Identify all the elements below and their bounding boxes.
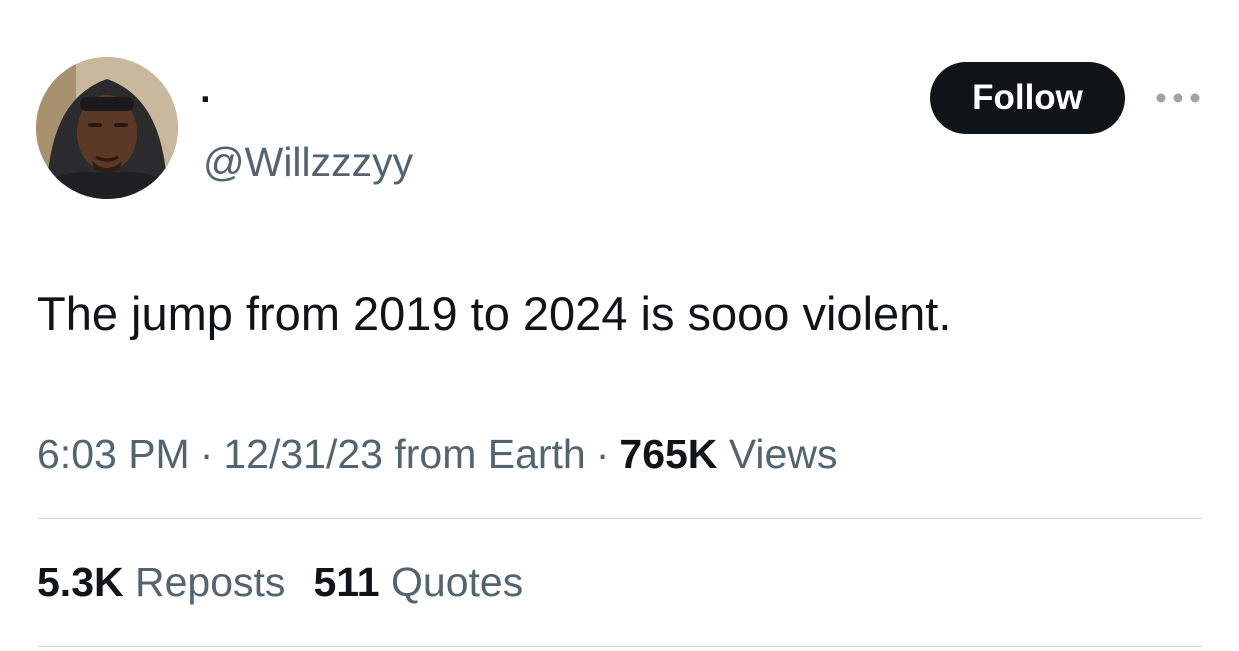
engagement-stats: 5.3K Reposts 511 Quotes <box>37 558 523 606</box>
divider <box>37 518 1203 519</box>
reposts-label: Reposts <box>135 559 286 605</box>
tweet-time[interactable]: 6:03 PM <box>37 431 190 477</box>
quotes-stat[interactable]: 511 Quotes <box>313 558 523 606</box>
reposts-count: 5.3K <box>37 559 124 605</box>
views-count: 765K <box>619 431 718 477</box>
tweet-date[interactable]: 12/31/23 from Earth <box>223 431 585 477</box>
follow-button[interactable]: Follow <box>930 62 1125 134</box>
tweet-text: The jump from 2019 to 2024 is sooo viole… <box>37 287 952 340</box>
quotes-label: Quotes <box>391 559 524 605</box>
views-label: Views <box>728 431 838 477</box>
meta-separator: · <box>595 431 610 477</box>
reposts-stat[interactable]: 5.3K Reposts <box>37 558 285 606</box>
more-options-button[interactable] <box>1150 84 1206 112</box>
display-name[interactable]: · <box>200 78 213 122</box>
avatar[interactable] <box>36 57 178 199</box>
user-handle[interactable]: @Willzzzyy <box>203 138 413 186</box>
profile-photo <box>36 57 178 199</box>
divider <box>37 646 1203 647</box>
tweet-meta: 6:03 PM · 12/31/23 from Earth · 765K Views <box>37 430 837 478</box>
quotes-count: 511 <box>313 559 380 605</box>
meta-separator: · <box>199 431 214 477</box>
tweet-card: · @Willzzzyy Follow The jump from 2019 t… <box>0 0 1239 651</box>
ellipsis-icon <box>1156 93 1200 103</box>
